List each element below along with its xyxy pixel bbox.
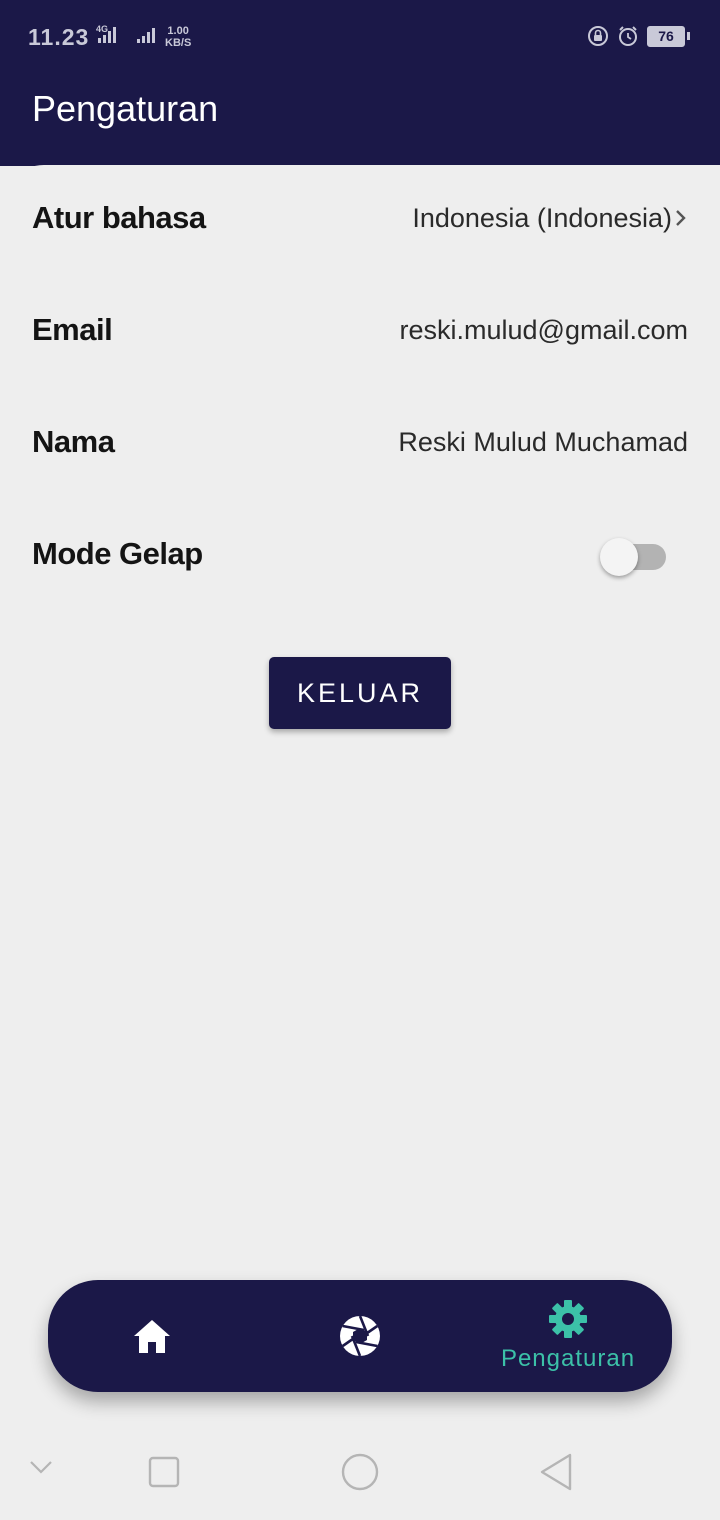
home-circle-icon[interactable] — [340, 1452, 380, 1497]
alarm-icon — [619, 26, 637, 46]
system-navigation-bar — [0, 1440, 720, 1504]
speed-value: 1.00 — [167, 25, 189, 37]
language-setting-row[interactable]: Atur bahasa Indonesia (Indonesia) — [32, 200, 688, 236]
gear-icon — [549, 1300, 587, 1338]
email-setting-row: Email reski.mulud@gmail.com — [32, 312, 688, 348]
nav-camera[interactable] — [320, 1280, 400, 1392]
recent-apps-icon[interactable] — [148, 1456, 180, 1493]
back-triangle-icon[interactable] — [538, 1452, 574, 1497]
signal-icon-2 — [137, 28, 155, 43]
dark-mode-label: Mode Gelap — [32, 536, 203, 571]
chevron-down-icon[interactable] — [28, 1458, 54, 1481]
language-value: Indonesia (Indonesia) — [412, 202, 672, 233]
status-time: 11.23 — [28, 24, 90, 50]
speed-unit: KB/S — [165, 37, 192, 49]
nav-settings-label: Pengaturan — [500, 1345, 636, 1372]
logout-button[interactable]: KELUAR — [269, 657, 451, 729]
dark-mode-setting-row: Mode Gelap — [32, 536, 688, 572]
svg-text:4G: 4G — [96, 24, 108, 34]
signal-icon: 4G — [96, 24, 116, 43]
dark-mode-toggle[interactable] — [600, 536, 666, 576]
chevron-right-icon — [676, 210, 686, 226]
name-value: Reski Mulud Muchamad — [398, 426, 688, 457]
email-value: reski.mulud@gmail.com — [399, 314, 688, 345]
nav-settings[interactable]: Pengaturan — [488, 1280, 648, 1392]
battery-tip — [687, 32, 690, 40]
bottom-navigation: Pengaturan — [48, 1280, 672, 1392]
camera-aperture-icon — [340, 1315, 380, 1357]
home-icon — [134, 1320, 170, 1353]
language-label: Atur bahasa — [32, 200, 206, 235]
signal-indicators: 4G — [96, 24, 160, 44]
rotation-lock-icon — [588, 26, 608, 46]
toggle-thumb — [600, 538, 638, 576]
page-title: Pengaturan — [32, 88, 219, 129]
language-value-wrap: Indonesia (Indonesia) — [412, 203, 688, 234]
email-label: Email — [32, 312, 113, 347]
name-setting-row: Nama Reski Mulud Muchamad — [32, 424, 688, 460]
nav-home[interactable] — [112, 1280, 192, 1392]
status-right: 76 — [587, 25, 690, 47]
app-header: 11.23 4G 1.00 KB/S 76 Pengaturan — [0, 0, 720, 166]
name-label: Nama — [32, 424, 115, 459]
battery-indicator: 76 — [647, 25, 685, 47]
network-speed: 1.00 KB/S — [165, 25, 191, 49]
